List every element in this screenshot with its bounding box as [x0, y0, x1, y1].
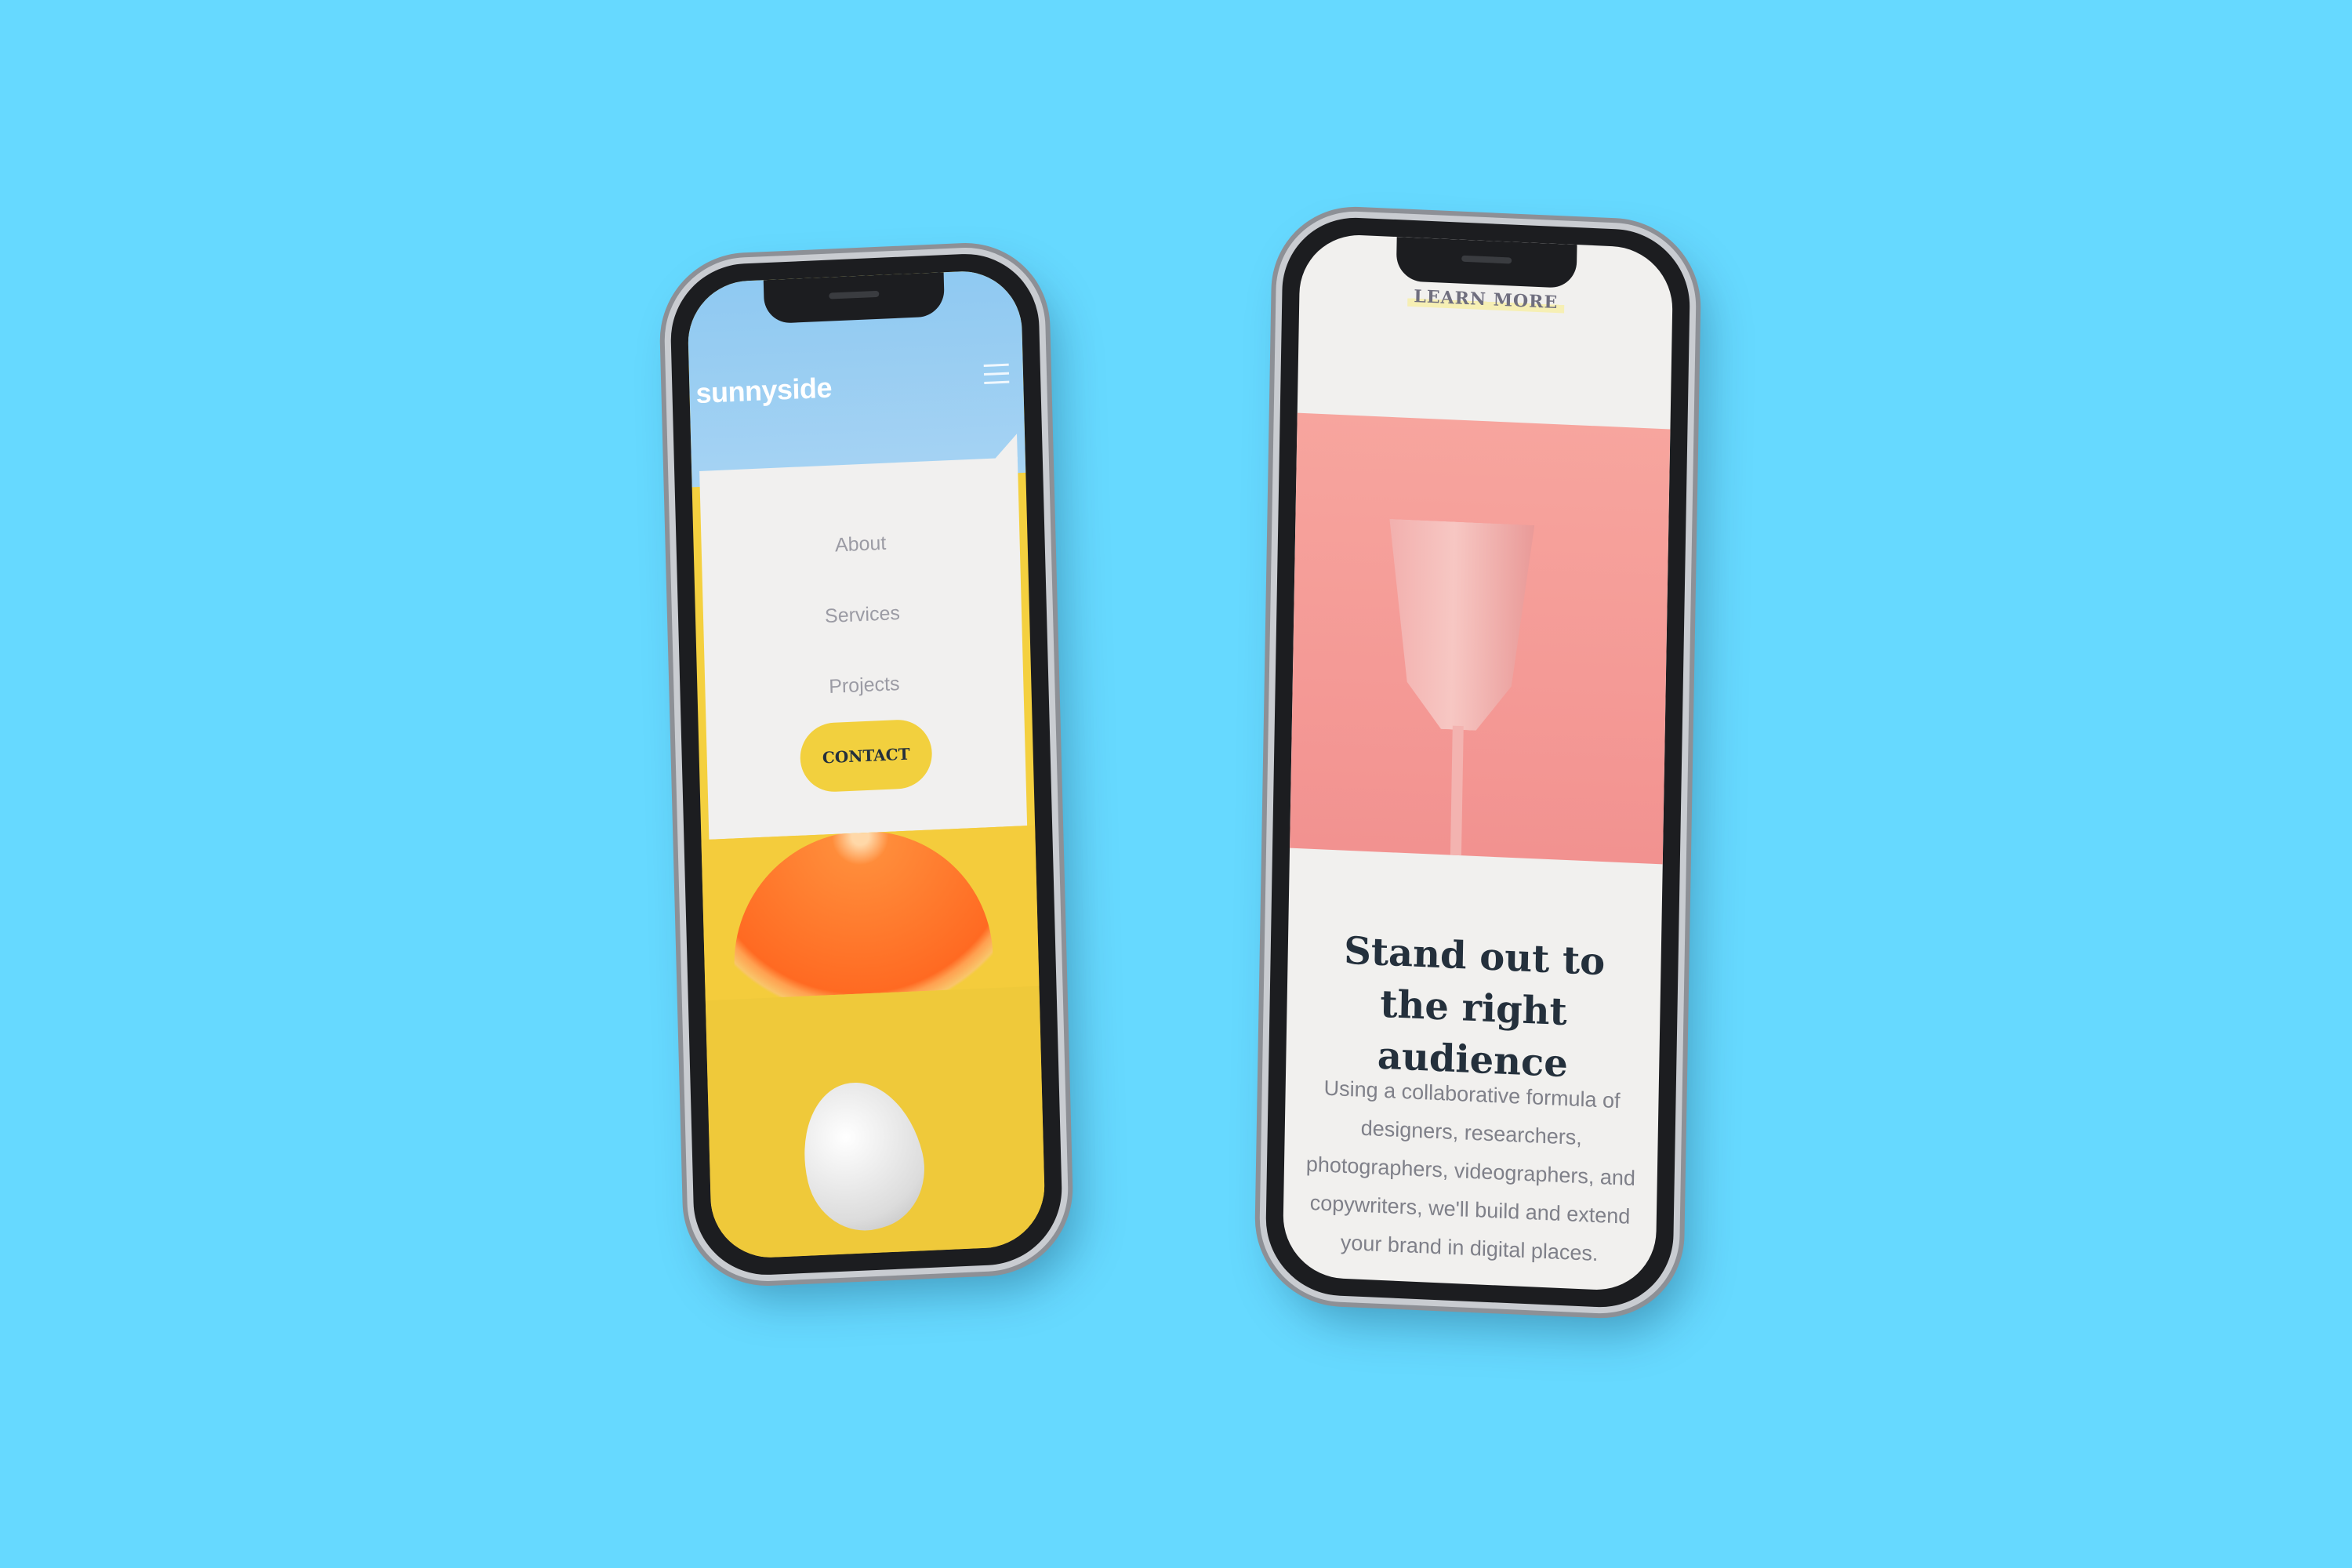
left-phone: sunnyside About Services Projects CONTAC…: [669, 250, 1064, 1279]
cone-image: [1290, 412, 1671, 865]
right-phone: LEARN MORE Stand out to the right audien…: [1265, 214, 1691, 1311]
cone-cup-shape: [1386, 519, 1535, 733]
hamburger-icon[interactable]: [983, 363, 1010, 387]
section-body: Using a collaborative formula of designe…: [1305, 1076, 1636, 1266]
orange-image: [701, 825, 1040, 1001]
phone-notch: [1396, 237, 1577, 289]
phone-notch: [763, 272, 946, 325]
menu-item-projects[interactable]: Projects: [705, 667, 1023, 704]
sunnyside-logo[interactable]: sunnyside: [695, 372, 833, 411]
hamburger-line: [983, 363, 1009, 368]
left-phone-screen: sunnyside About Services Projects CONTAC…: [686, 268, 1047, 1261]
hamburger-line: [983, 372, 1010, 376]
orange-slice-shape: [731, 826, 996, 1001]
section-headline: Stand out to the right audience: [1343, 928, 1606, 1087]
menu-item-services[interactable]: Services: [703, 597, 1022, 633]
hamburger-line: [984, 380, 1010, 385]
menu-item-about[interactable]: About: [701, 526, 1019, 563]
contact-button[interactable]: CONTACT: [799, 718, 933, 793]
right-phone-screen: LEARN MORE Stand out to the right audien…: [1282, 232, 1674, 1293]
speaker-grille: [829, 290, 880, 299]
cone-stem-shape: [1450, 725, 1464, 865]
egg-shape: [788, 1069, 938, 1243]
learn-more-link[interactable]: LEARN MORE: [1407, 285, 1565, 314]
egg-image: [705, 985, 1047, 1261]
speaker-grille: [1461, 255, 1512, 264]
menu-pointer: [993, 434, 1018, 460]
